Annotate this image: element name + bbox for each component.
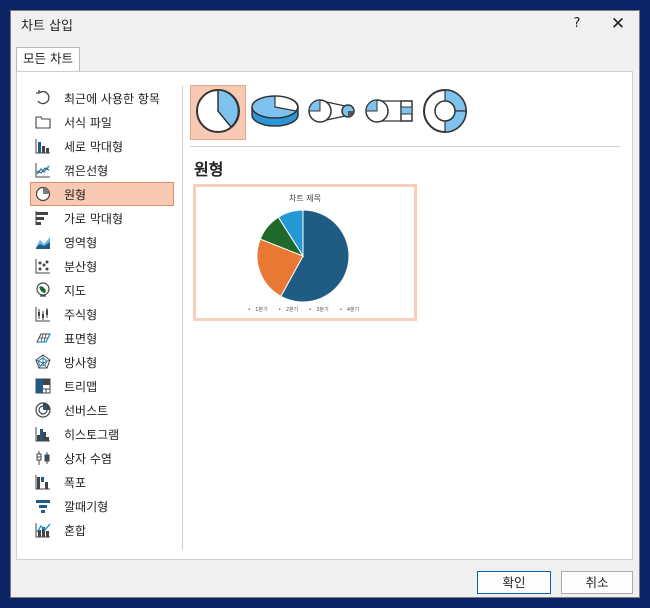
- ok-button[interactable]: 확인: [477, 571, 551, 594]
- sidebar-item-histogram[interactable]: 히스토그램: [30, 422, 174, 446]
- waterfall-chart-icon: [34, 473, 52, 491]
- sidebar-item-map[interactable]: 지도: [30, 278, 174, 302]
- sidebar-item-funnel[interactable]: 깔때기형: [30, 494, 174, 518]
- sidebar-item-label: 지도: [64, 283, 87, 298]
- map-chart-icon: [34, 281, 52, 299]
- sidebar-item-label: 꺾은선형: [64, 163, 109, 178]
- sidebar-item-scatter[interactable]: 분산형: [30, 254, 174, 278]
- sidebar-item-label: 히스토그램: [64, 427, 120, 442]
- preview-panel: 차트 제목 • 1분기 • 2분기 • 3분기 • 4분기: [193, 184, 417, 550]
- sidebar-divider: [182, 86, 183, 550]
- sidebar-item-column[interactable]: 세로 막대형: [30, 134, 174, 158]
- chart-preview[interactable]: 차트 제목 • 1분기 • 2분기 • 3분기 • 4분기: [193, 184, 417, 321]
- line-chart-icon: [34, 161, 52, 179]
- sidebar-item-line[interactable]: 꺾은선형: [30, 158, 174, 182]
- sidebar-item-surface[interactable]: 표면형: [30, 326, 174, 350]
- 3d-pie-icon: [249, 91, 301, 134]
- sidebar-item-label: 서식 파일: [64, 115, 112, 130]
- sidebar-item-label: 폭포: [64, 475, 87, 490]
- sidebar-item-label: 상자 수염: [64, 451, 112, 466]
- combo-chart-icon: [34, 521, 52, 539]
- sidebar-item-templates[interactable]: 서식 파일: [30, 110, 174, 134]
- help-button[interactable]: ?: [567, 13, 587, 35]
- pie-icon: [194, 87, 242, 138]
- cancel-button[interactable]: 취소: [561, 571, 633, 594]
- subtype-pie[interactable]: [190, 85, 246, 140]
- pie-chart-icon: [34, 185, 52, 203]
- legend-item: • 2분기: [278, 307, 299, 313]
- pie-chart: [256, 209, 350, 303]
- sidebar-item-label: 깔때기형: [64, 499, 109, 514]
- subtype-pie-of-pie[interactable]: [304, 85, 360, 140]
- sidebar-item-label: 주식형: [64, 307, 98, 322]
- sidebar-item-stock[interactable]: 주식형: [30, 302, 174, 326]
- recent-icon: [34, 89, 52, 107]
- funnel-chart-icon: [34, 497, 52, 515]
- sidebar-item-label: 트리맵: [64, 379, 98, 394]
- sidebar-item-label: 혼합: [64, 523, 87, 538]
- template-folder-icon: [34, 113, 52, 131]
- box-whisker-chart-icon: [34, 449, 52, 467]
- chart-type-list: 최근에 사용한 항목 서식 파일 세로 막대형 꺾은선형 원형 가로 막대형 영…: [30, 86, 174, 542]
- treemap-chart-icon: [34, 377, 52, 395]
- chart-legend: • 1분기 • 2분기 • 3분기 • 4분기: [196, 306, 414, 313]
- sidebar-item-label: 방사형: [64, 355, 98, 370]
- sidebar-item-pie[interactable]: 원형: [30, 182, 174, 206]
- sidebar-item-combo[interactable]: 혼합: [30, 518, 174, 542]
- sidebar-item-label: 분산형: [64, 259, 98, 274]
- tab-all-charts[interactable]: 모든 차트: [16, 47, 80, 71]
- stock-chart-icon: [34, 305, 52, 323]
- sidebar-item-label: 영역형: [64, 235, 98, 250]
- bar-chart-icon: [34, 209, 52, 227]
- sidebar-item-radar[interactable]: 방사형: [30, 350, 174, 374]
- area-chart-icon: [34, 233, 52, 251]
- sidebar-item-recent[interactable]: 최근에 사용한 항목: [30, 86, 174, 110]
- content-panel: 최근에 사용한 항목 서식 파일 세로 막대형 꺾은선형 원형 가로 막대형 영…: [16, 71, 633, 560]
- sidebar-item-label: 세로 막대형: [64, 139, 124, 154]
- chart-subtype-gallery: [190, 85, 472, 140]
- scatter-chart-icon: [34, 257, 52, 275]
- pie-of-pie-icon: [306, 95, 358, 130]
- radar-chart-icon: [34, 353, 52, 371]
- sidebar-item-box-whisker[interactable]: 상자 수염: [30, 446, 174, 470]
- sidebar-item-treemap[interactable]: 트리맵: [30, 374, 174, 398]
- sidebar-item-sunburst[interactable]: 선버스트: [30, 398, 174, 422]
- column-chart-icon: [34, 137, 52, 155]
- bar-of-pie-icon: [363, 95, 415, 130]
- subtype-bar-of-pie[interactable]: [361, 85, 417, 140]
- sidebar-item-label: 원형: [64, 187, 87, 202]
- sidebar-item-area[interactable]: 영역형: [30, 230, 174, 254]
- sidebar-item-waterfall[interactable]: 폭포: [30, 470, 174, 494]
- sunburst-chart-icon: [34, 401, 52, 419]
- legend-item: • 3분기: [308, 307, 329, 313]
- gallery-divider: [190, 146, 620, 147]
- sidebar-item-label: 최근에 사용한 항목: [64, 91, 160, 106]
- legend-item: • 1분기: [247, 307, 268, 313]
- sidebar-item-bar[interactable]: 가로 막대형: [30, 206, 174, 230]
- close-button[interactable]: ✕: [607, 13, 629, 35]
- title-bar: 차트 삽입 ? ✕: [11, 11, 639, 41]
- sidebar-item-label: 선버스트: [64, 403, 109, 418]
- subtype-doughnut[interactable]: [418, 85, 472, 140]
- doughnut-icon: [421, 87, 469, 138]
- surface-chart-icon: [34, 329, 52, 347]
- sidebar-item-label: 가로 막대형: [64, 211, 124, 226]
- insert-chart-dialog: 차트 삽입 ? ✕ 모든 차트 최근에 사용한 항목 서식 파일 세로 막대형 …: [10, 10, 640, 598]
- histogram-chart-icon: [34, 425, 52, 443]
- section-title: 원형: [194, 160, 224, 179]
- subtype-3d-pie[interactable]: [247, 85, 303, 140]
- legend-item: • 4분기: [339, 307, 360, 313]
- dialog-title: 차트 삽입: [21, 19, 73, 34]
- sidebar-item-label: 표면형: [64, 331, 98, 346]
